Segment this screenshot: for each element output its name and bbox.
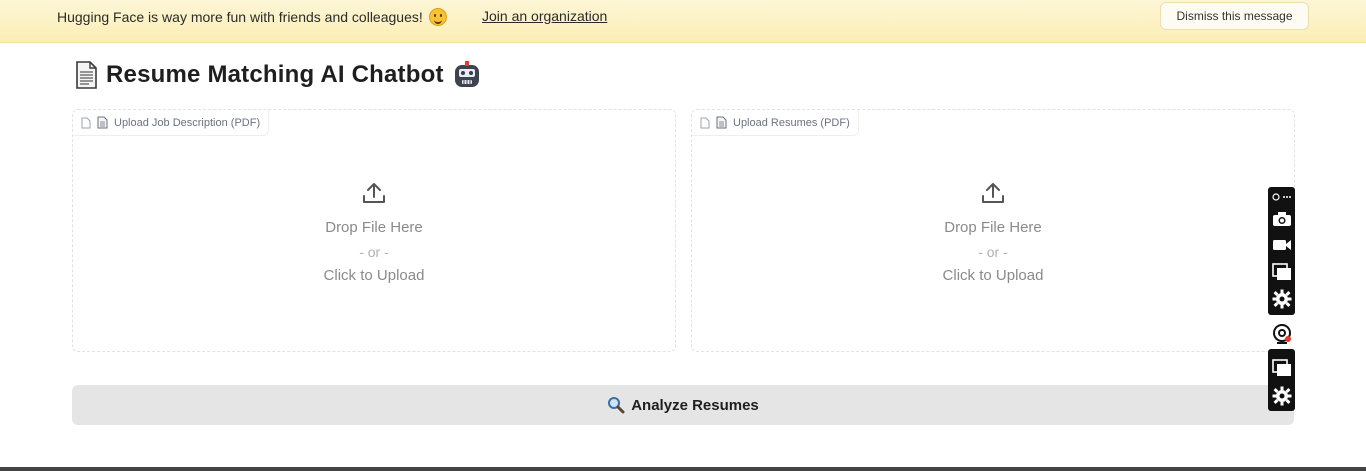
or-separator-text: - or - — [978, 244, 1008, 260]
analyze-button-label: Analyze Resumes — [631, 396, 759, 414]
upload-arrow-icon — [982, 183, 1004, 203]
upload-prompt: Drop File Here - or - Click to Upload — [692, 180, 1294, 288]
click-to-upload-text: Click to Upload — [323, 267, 425, 284]
drop-file-text: Drop File Here — [325, 219, 423, 236]
video-camera-icon[interactable] — [1270, 234, 1293, 256]
page-title-row: Resume Matching AI Chatbot — [74, 60, 482, 90]
hugging-face-emoji-icon — [428, 8, 447, 26]
banner-message: Hugging Face is way more fun with friend… — [57, 9, 423, 25]
webcam-icon[interactable] — [1270, 323, 1293, 345]
upload-prompt: Drop File Here - or - Click to Upload — [73, 180, 675, 288]
upload-label-tag: Upload Job Description (PDF) — [73, 110, 270, 136]
page-document-icon — [76, 61, 97, 89]
banner-message-wrap: Hugging Face is way more fun with friend… — [57, 8, 447, 26]
link-more-icon[interactable] — [1270, 189, 1293, 205]
click-to-upload-text: Click to Upload — [942, 267, 1044, 284]
gear-icon[interactable] — [1270, 288, 1293, 310]
notification-banner: Hugging Face is way more fun with friend… — [0, 0, 1366, 43]
gear-icon[interactable] — [1270, 385, 1293, 407]
camera-icon[interactable] — [1270, 208, 1293, 230]
analyze-resumes-button[interactable]: Analyze Resumes — [72, 385, 1294, 425]
floating-capture-toolbar — [1268, 187, 1295, 411]
window-copy-icon[interactable] — [1270, 357, 1293, 379]
page-title: Resume Matching AI Chatbot — [106, 61, 444, 88]
file-icon — [81, 117, 91, 128]
dismiss-message-button[interactable]: Dismiss this message — [1160, 2, 1309, 30]
toolbar-top-group — [1268, 187, 1295, 315]
magnifier-icon — [608, 397, 625, 414]
window-bottom-border — [0, 467, 1366, 471]
or-separator-text: - or - — [359, 244, 389, 260]
upload-label-text: Upload Resumes (PDF) — [733, 116, 850, 129]
upload-label-tag: Upload Resumes (PDF) — [692, 110, 859, 136]
page-document-icon — [97, 116, 108, 129]
drop-file-text: Drop File Here — [944, 219, 1042, 236]
join-organization-link[interactable]: Join an organization — [482, 8, 607, 24]
upload-label-text: Upload Job Description (PDF) — [114, 116, 261, 129]
toolbar-bottom-group — [1268, 349, 1295, 411]
job-description-upload-dropzone[interactable]: Upload Job Description (PDF) Drop File H… — [72, 109, 676, 352]
robot-face-icon — [454, 61, 479, 87]
file-icon — [700, 117, 710, 128]
window-copy-icon[interactable] — [1270, 261, 1293, 283]
page-document-icon — [716, 116, 727, 129]
upload-arrow-icon — [363, 183, 385, 203]
resumes-upload-dropzone[interactable]: Upload Resumes (PDF) Drop File Here - or… — [691, 109, 1295, 352]
